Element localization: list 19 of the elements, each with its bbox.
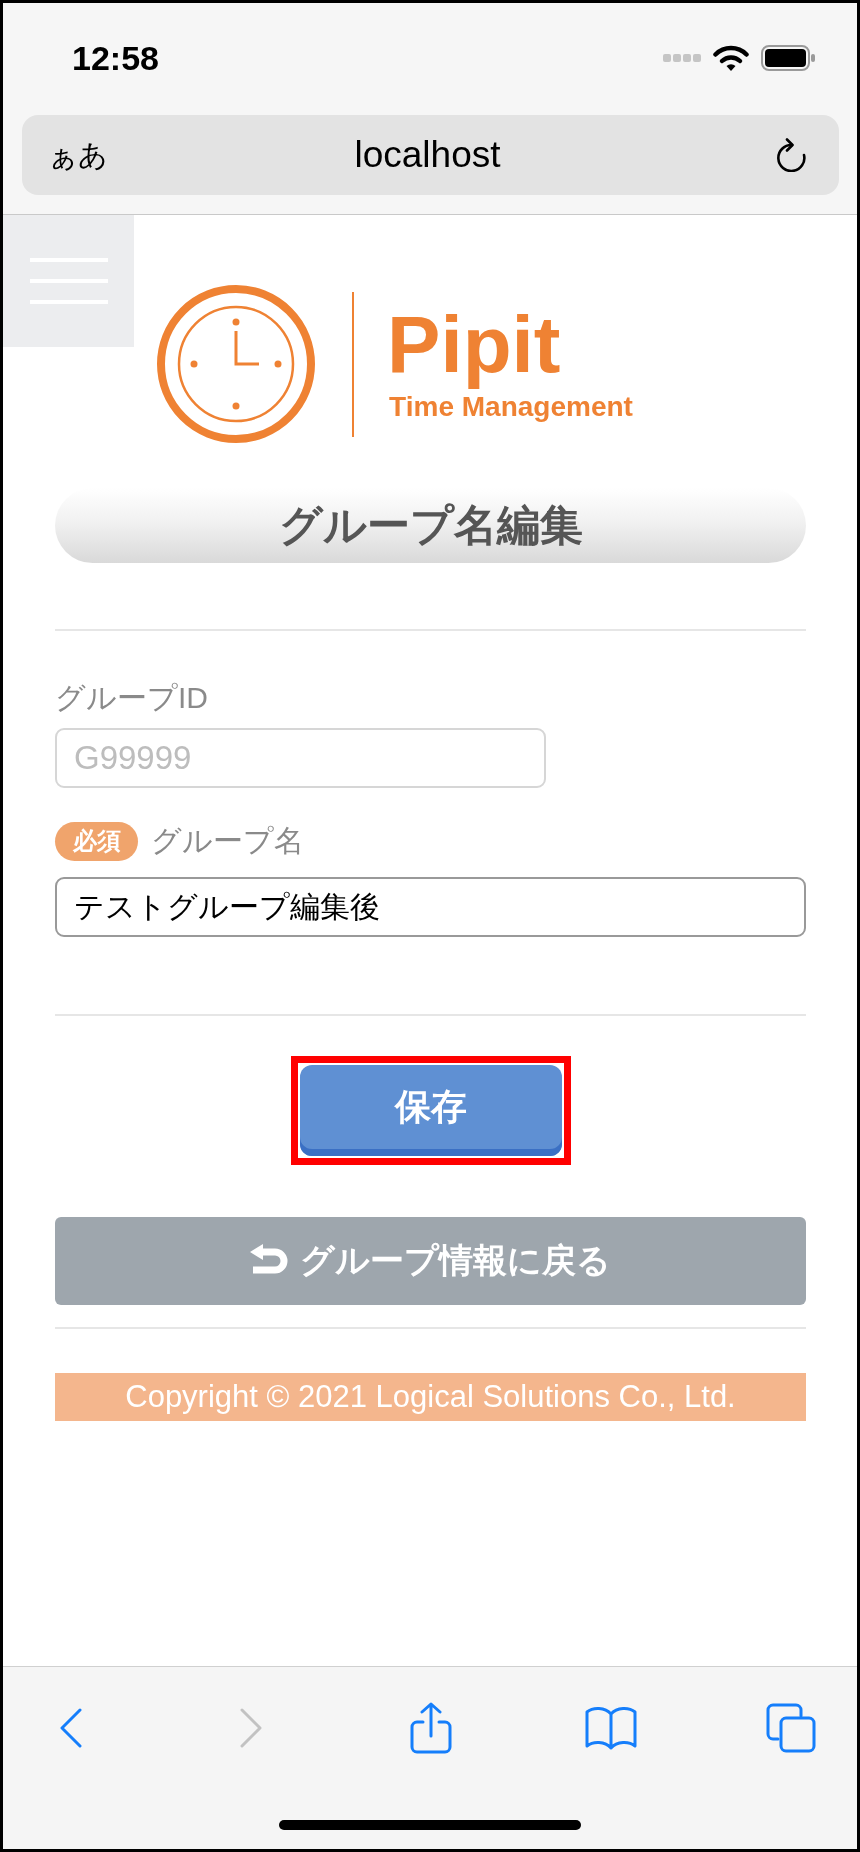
clock-icon xyxy=(157,285,316,443)
battery-icon xyxy=(761,45,815,71)
chevron-left-icon[interactable] xyxy=(60,1708,82,1748)
text-size-button[interactable]: ぁあ xyxy=(48,137,108,173)
logo-tagline: Time Management xyxy=(388,390,633,424)
share-icon[interactable] xyxy=(410,1702,452,1754)
field-label: グループID xyxy=(55,680,208,716)
squares-icon[interactable] xyxy=(766,1703,816,1753)
wifi-icon xyxy=(713,45,749,71)
field-label: グループ名 xyxy=(151,823,304,859)
input-field[interactable]: テストグループ編集後 xyxy=(55,877,806,937)
signal-icon xyxy=(663,54,701,62)
status-time: 12:58 xyxy=(72,38,159,78)
copyright-footer: Copyright © 2021 Logical Solutions Co., Ltd. xyxy=(55,1373,806,1421)
reload-icon[interactable] xyxy=(775,138,807,172)
book-icon[interactable] xyxy=(585,1706,637,1750)
address-bar[interactable]: ぁあ localhost xyxy=(22,115,839,195)
url-text: localhost xyxy=(354,133,501,177)
required-badge: 必須 xyxy=(55,821,138,861)
